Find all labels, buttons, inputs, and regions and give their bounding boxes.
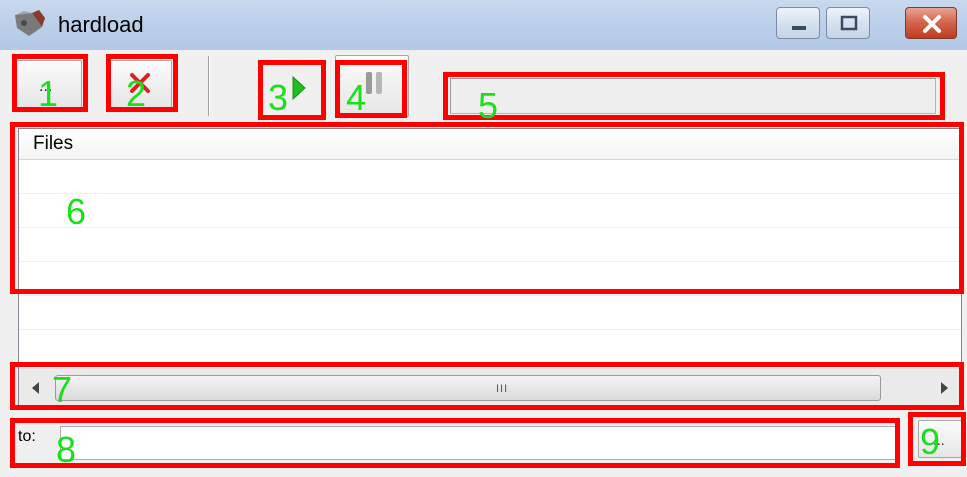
maximize-button[interactable] — [826, 7, 870, 39]
pause-icon — [366, 72, 382, 94]
file-list[interactable]: Files III — [18, 128, 962, 408]
ellipsis-icon: ... — [933, 432, 945, 448]
toolbar-separator — [208, 56, 210, 116]
list-row — [19, 228, 961, 262]
minimize-icon — [792, 26, 806, 30]
destination-label: to: — [18, 428, 36, 445]
list-row — [19, 262, 961, 296]
svg-text:...: ... — [39, 78, 52, 95]
scroll-right-icon[interactable] — [929, 369, 961, 407]
window-title: hardload — [58, 12, 144, 37]
column-header-files[interactable]: Files — [33, 133, 73, 155]
browse-button[interactable]: ... — [918, 420, 962, 458]
remove-files-button[interactable] — [110, 60, 172, 108]
close-icon — [923, 15, 941, 33]
horizontal-scrollbar[interactable]: III — [19, 368, 961, 407]
play-icon — [292, 75, 306, 101]
start-button[interactable] — [262, 64, 322, 116]
destination-input[interactable] — [60, 426, 896, 460]
pause-button[interactable] — [335, 55, 409, 117]
list-row — [19, 194, 961, 228]
progress-bar — [450, 78, 936, 114]
maximize-icon — [840, 15, 858, 31]
scroll-left-icon[interactable] — [19, 369, 51, 407]
svg-text:...: ... — [933, 432, 945, 448]
app-icon — [15, 10, 45, 36]
list-row — [19, 330, 961, 364]
delete-x-icon — [130, 73, 150, 93]
list-row — [19, 160, 961, 194]
title-bar: hardload — [0, 0, 967, 50]
close-button[interactable] — [905, 7, 957, 39]
minimize-button[interactable] — [776, 7, 820, 39]
scrollbar-grip: III — [496, 383, 509, 395]
ellipsis-icon: ... — [39, 78, 52, 95]
scrollbar-thumb[interactable]: III — [55, 375, 881, 401]
add-files-button[interactable]: ... — [16, 60, 82, 108]
list-row — [19, 296, 961, 330]
file-list-header: Files — [19, 129, 961, 160]
